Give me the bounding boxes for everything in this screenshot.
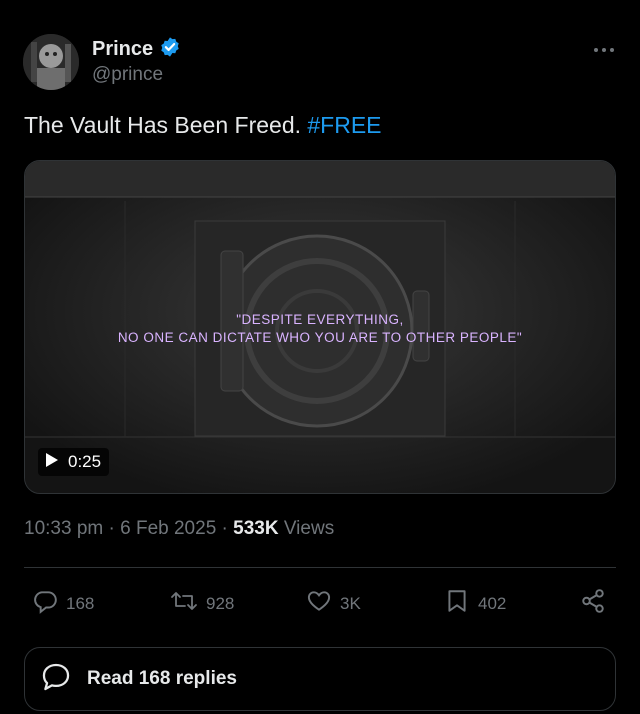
- views-count: 533K: [233, 518, 279, 539]
- share-button[interactable]: [580, 588, 606, 619]
- share-icon: [580, 588, 606, 619]
- speech-bubble-icon: [39, 660, 73, 699]
- views-label: Views: [278, 518, 335, 539]
- meta-separator: ·: [103, 518, 121, 539]
- repost-icon: [170, 588, 198, 619]
- bookmark-icon: [444, 588, 470, 619]
- like-icon: [306, 588, 332, 619]
- quote-line-2: NO ONE CAN DICTATE WHO YOU ARE TO OTHER …: [117, 330, 523, 345]
- read-replies-label: Read 168 replies: [87, 668, 237, 689]
- verified-badge-icon: [159, 36, 181, 63]
- action-bar: 168 928 3K 402: [24, 588, 616, 618]
- bookmark-button[interactable]: 402: [444, 588, 506, 619]
- author-handle[interactable]: @prince: [92, 64, 163, 86]
- quote-line-1: "DESPITE EVERYTHING,: [236, 312, 404, 327]
- post-date[interactable]: 6 Feb 2025: [120, 518, 216, 539]
- reply-icon: [32, 588, 58, 619]
- author-name[interactable]: Prince: [92, 38, 153, 61]
- play-icon[interactable]: [46, 452, 58, 472]
- video-duration-badge[interactable]: 0:25: [38, 448, 110, 476]
- reply-count: 168: [66, 593, 95, 613]
- tweet-text: The Vault Has Been Freed. #FREE: [24, 112, 382, 139]
- hashtag-link[interactable]: #FREE: [307, 112, 381, 138]
- more-icon[interactable]: [592, 40, 616, 60]
- video-quote: "DESPITE EVERYTHING, NO ONE CAN DICTATE …: [25, 311, 615, 347]
- like-button[interactable]: 3K: [306, 588, 361, 619]
- repost-button[interactable]: 928: [170, 588, 234, 619]
- repost-count: 928: [206, 593, 235, 613]
- tweet-body: The Vault Has Been Freed.: [24, 112, 301, 138]
- video-player[interactable]: "DESPITE EVERYTHING, NO ONE CAN DICTATE …: [24, 160, 616, 494]
- read-replies-button[interactable]: Read 168 replies: [24, 647, 616, 711]
- bookmark-count: 402: [478, 593, 507, 613]
- video-duration: 0:25: [68, 452, 102, 471]
- like-count: 3K: [340, 593, 361, 613]
- meta-separator: ·: [216, 518, 234, 539]
- divider: [24, 567, 616, 568]
- avatar[interactable]: [23, 34, 79, 90]
- reply-button[interactable]: 168: [32, 588, 94, 619]
- post-time[interactable]: 10:33 pm: [24, 518, 103, 539]
- post-meta: 10:33 pm · 6 Feb 2025 · 533K Views: [24, 518, 334, 540]
